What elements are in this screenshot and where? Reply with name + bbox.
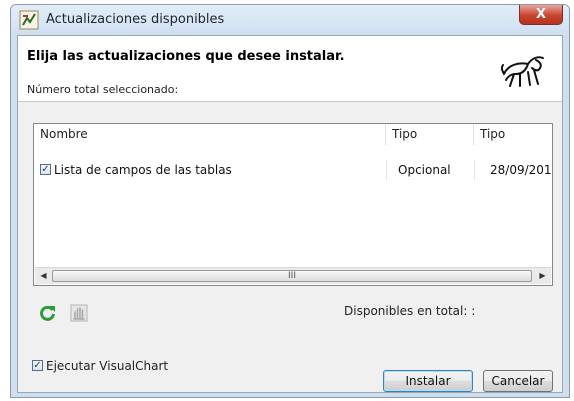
available-total-label: Disponibles en total: : [344,304,476,318]
window-title: Actualizaciones disponibles [46,12,225,27]
row-date: 28/09/201. [490,163,552,177]
header-title: Elija las actualizaciones que desee inst… [27,49,345,64]
row-checkbox[interactable]: ✓ [40,164,51,175]
run-visualchart-label: Ejecutar VisualChart [46,359,169,373]
dialog-body: Elija las actualizaciones que desee inst… [17,35,563,393]
title-bar[interactable]: Actualizaciones disponibles X [11,5,569,35]
scroll-left-icon[interactable]: ◀ [35,268,52,284]
close-icon: X [535,7,547,22]
selected-count-label: Número total seleccionado: [27,83,179,96]
column-header-type[interactable]: Tipo [386,124,474,145]
scroll-thumb[interactable]: III [52,270,532,282]
scroll-right-icon[interactable]: ▶ [534,268,551,284]
row-divider [474,160,475,180]
header-panel: Elija las actualizaciones que desee inst… [18,36,562,102]
row-divider [386,160,387,180]
horizontal-scrollbar[interactable]: ◀ III ▶ [35,267,551,284]
refresh-icon[interactable] [39,304,57,322]
column-header-name[interactable]: Nombre [34,124,386,145]
list-item[interactable]: ✓ Lista de campos de las tablas [40,161,380,179]
run-visualchart-option[interactable]: ✓ Ejecutar VisualChart [32,359,168,373]
cancel-button[interactable]: Cancelar [483,370,553,392]
hand-icon[interactable] [70,304,88,322]
updates-list[interactable]: Nombre Tipo Tipo ✓ Lista de campos de las… [33,123,553,286]
column-header-date[interactable]: Tipo [474,124,552,145]
install-button[interactable]: Instalar [383,370,473,392]
row-type: Opcional [398,163,451,177]
close-button[interactable]: X [519,5,563,25]
app-icon [19,10,39,30]
run-visualchart-checkbox[interactable]: ✓ [32,360,43,371]
bull-logo-icon [500,56,544,87]
update-dialog: Actualizaciones disponibles X Elija las … [10,4,570,398]
row-name: Lista de campos de las tablas [54,163,232,177]
